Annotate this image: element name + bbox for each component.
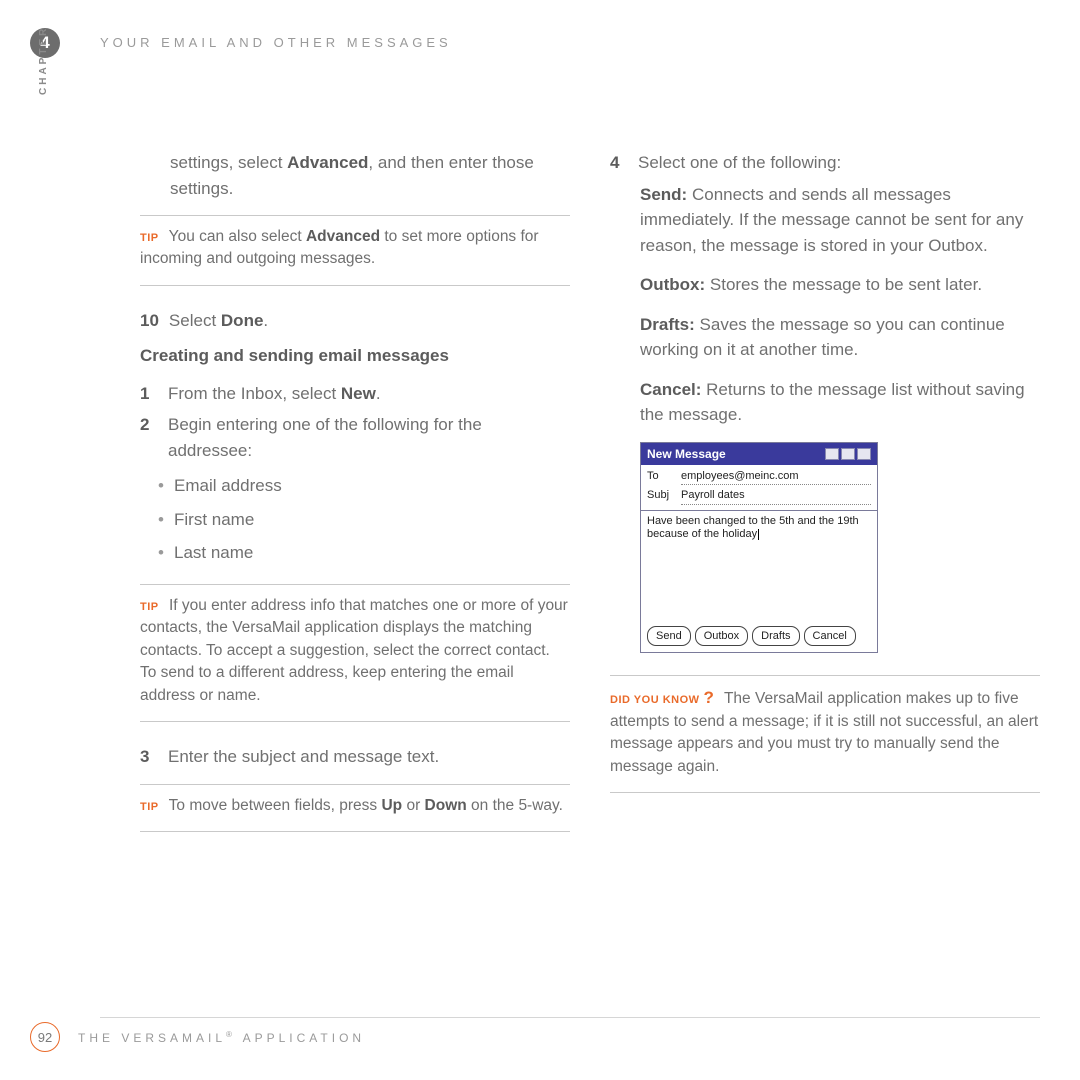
send-label: Send: [640, 185, 687, 204]
screenshot-title: New Message [647, 445, 726, 463]
left-column: settings, select Advanced, and then ente… [140, 150, 570, 1000]
send-text: Connects and sends all messages immediat… [640, 185, 1023, 255]
dyk-question-mark: ? [704, 688, 714, 707]
step-number: 3 [140, 744, 158, 770]
drafts-button[interactable]: Drafts [752, 626, 799, 647]
s1-bold: New [341, 384, 376, 403]
page-number: 92 [30, 1022, 60, 1052]
def-send: Send: Connects and sends all messages im… [610, 182, 1040, 259]
def-outbox: Outbox: Stores the message to be sent la… [610, 272, 1040, 298]
bullet-firstname: First name [174, 503, 570, 537]
titlebar-icon [841, 448, 855, 460]
tip-label: TIP [140, 232, 159, 244]
tip3-bold2: Down [425, 797, 467, 814]
subheading: Creating and sending email messages [140, 343, 570, 369]
step-3: 3 Enter the subject and message text. [140, 744, 570, 770]
step-2-text: Begin entering one of the following for … [168, 412, 570, 463]
tip-label: TIP [140, 801, 159, 813]
step-1: 1 From the Inbox, select New. [140, 381, 570, 407]
step-10: 10 Select Done. [140, 308, 570, 334]
titlebar-icon [825, 448, 839, 460]
screenshot-body[interactable]: Have been changed to the 5th and the 19t… [641, 510, 877, 620]
footer-text: THE VERSAMAIL® APPLICATION [78, 1030, 365, 1045]
intro-text-a: settings, select [170, 153, 287, 172]
page-header-title: YOUR EMAIL AND OTHER MESSAGES [100, 35, 452, 50]
step-number: 10 [140, 308, 159, 334]
step-4: 4 Select one of the following: [610, 150, 1040, 176]
to-label: To [647, 468, 677, 485]
new-message-screenshot: New Message To employees@meinc.com Subj [640, 442, 878, 654]
def-cancel: Cancel: Returns to the message list with… [610, 377, 1040, 428]
step-3-text: Enter the subject and message text. [168, 744, 439, 770]
chapter-vertical-label: CHAPTER [38, 26, 49, 95]
to-field[interactable]: employees@meinc.com [681, 468, 871, 486]
footer-text-a: THE VERSAMAIL [78, 1031, 226, 1045]
s1-b: . [376, 384, 381, 403]
bullet-lastname: Last name [174, 536, 570, 570]
did-you-know-box: DID YOU KNOW? The VersaMail application … [610, 675, 1040, 793]
outbox-text: Stores the message to be sent later. [705, 275, 982, 294]
step10-a: Select [169, 311, 221, 330]
s1-a: From the Inbox, select [168, 384, 341, 403]
addressee-bullets: Email address First name Last name [140, 469, 570, 570]
screenshot-titlebar: New Message [641, 443, 877, 465]
step-1-text: From the Inbox, select New. [168, 381, 381, 407]
tip3-mid: or [402, 797, 424, 814]
subj-field[interactable]: Payroll dates [681, 487, 871, 505]
screenshot-subj-row: Subj Payroll dates [647, 486, 871, 506]
step-10-text: Select Done. [169, 308, 268, 334]
registered-mark: ® [226, 1030, 236, 1039]
tip-box-1: TIP You can also select Advanced to set … [140, 215, 570, 286]
step10-b: . [263, 311, 268, 330]
send-button[interactable]: Send [647, 626, 691, 647]
step-4-text: Select one of the following: [638, 150, 841, 176]
intro-paragraph: settings, select Advanced, and then ente… [140, 150, 570, 201]
right-column: 4 Select one of the following: Send: Con… [610, 150, 1040, 1000]
tip3-b: on the 5-way. [467, 797, 563, 814]
screenshot-to-row: To employees@meinc.com [647, 467, 871, 487]
screenshot-buttons: Send Outbox Drafts Cancel [641, 620, 877, 653]
tip2-text: If you enter address info that matches o… [140, 597, 568, 704]
intro-bold: Advanced [287, 153, 368, 172]
tip-box-2: TIP If you enter address info that match… [140, 584, 570, 722]
tip-label: TIP [140, 601, 159, 613]
tip-box-3: TIP To move between fields, press Up or … [140, 784, 570, 832]
def-drafts: Drafts: Saves the message so you can con… [610, 312, 1040, 363]
dyk-label: DID YOU KNOW [610, 694, 700, 706]
tip3-a: To move between fields, press [169, 797, 382, 814]
outbox-button[interactable]: Outbox [695, 626, 748, 647]
step-number: 2 [140, 412, 158, 463]
drafts-text: Saves the message so you can continue wo… [640, 315, 1005, 360]
page-footer: 92 THE VERSAMAIL® APPLICATION [30, 1022, 365, 1052]
footer-text-b: APPLICATION [236, 1031, 365, 1045]
content-area: settings, select Advanced, and then ente… [140, 150, 1040, 1000]
tip1-bold: Advanced [306, 228, 380, 245]
cancel-button[interactable]: Cancel [804, 626, 856, 647]
subj-label: Subj [647, 487, 677, 504]
step-2: 2 Begin entering one of the following fo… [140, 412, 570, 463]
footer-rule [100, 1017, 1040, 1018]
bullet-email: Email address [174, 469, 570, 503]
tip3-bold1: Up [381, 797, 402, 814]
screenshot-titlebar-icons [825, 448, 871, 460]
cancel-label: Cancel: [640, 380, 701, 399]
outbox-label: Outbox: [640, 275, 705, 294]
drafts-label: Drafts: [640, 315, 695, 334]
step-number: 1 [140, 381, 158, 407]
tip1-a: You can also select [169, 228, 306, 245]
step-number: 4 [610, 150, 628, 176]
step10-bold: Done [221, 311, 264, 330]
titlebar-icon [857, 448, 871, 460]
